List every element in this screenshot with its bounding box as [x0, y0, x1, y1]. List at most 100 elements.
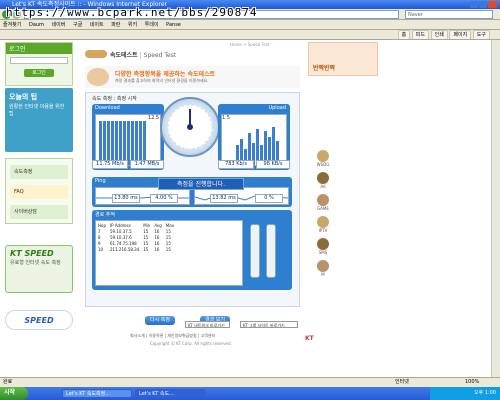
ping-stat-1: 13.80 ms: [112, 194, 140, 203]
link-today[interactable]: 투데이: [145, 20, 159, 29]
tip-panel: 오늘의 팁 원활한 인터넷 이용을 위한 팁: [5, 88, 73, 152]
status-zoom[interactable]: 100%: [465, 378, 479, 387]
ping-stat-4: 0 %: [255, 194, 283, 203]
download-bars: [99, 121, 146, 165]
minimize-button[interactable]: [470, 1, 478, 8]
ping-stat-3: 13.82 ms: [210, 194, 238, 203]
maximize-button[interactable]: [479, 1, 487, 8]
family-site-select-1-value: KT 네트워크 바로가기: [188, 323, 225, 328]
wsdg-icon[interactable]: WSDG: [312, 150, 334, 172]
window-controls: [470, 1, 498, 8]
status-bar: 완료 인터넷 100%: [0, 377, 500, 387]
watermark: https://www.bcpark.net/bbs/290874: [6, 6, 258, 19]
trace-cell: 16: [154, 247, 160, 252]
upload-label: Upload: [268, 105, 286, 111]
m-icon[interactable]: M: [312, 260, 334, 282]
kt-logo: KT: [305, 335, 314, 342]
right-icons: WSDG Ad GAME IPTV SMS M: [312, 150, 334, 280]
ad-icon-label: Ad: [320, 184, 326, 189]
tip-text: 원활한 인터넷 이용을 위한 팁: [9, 104, 65, 117]
speed-gauge: [160, 97, 220, 157]
trace-label: 경로 추적: [95, 212, 115, 218]
game-icon-label: GAME: [317, 206, 329, 211]
mascot-icon: [87, 68, 109, 86]
trace-cell: 15: [143, 247, 149, 252]
gauge-right-value: 1.5: [222, 115, 230, 121]
progress-text: 측정을 진행합니다.: [177, 181, 225, 188]
sms-icon[interactable]: SMS: [312, 238, 334, 260]
taskbar-task-1[interactable]: Let's KT 속도측정...: [62, 389, 132, 398]
upload-bars: [236, 127, 279, 165]
tip-title: 오늘의 팁: [9, 93, 38, 101]
gauge-left-value: 12.5: [148, 115, 160, 121]
ad-icon[interactable]: Ad: [312, 172, 334, 194]
close-button[interactable]: [488, 1, 497, 8]
retest-button[interactable]: 다시 측정: [145, 316, 175, 325]
family-site-select-1[interactable]: KT 네트워크 바로가기: [185, 321, 230, 328]
menu-item-cyber-label: 사이버상담: [14, 209, 38, 215]
trace-table-wrap: Hop IP Address Min Avg Max 7 59.10.37.5 …: [95, 220, 243, 286]
home-button[interactable]: 홈: [397, 30, 411, 39]
link-daum[interactable]: Daum: [29, 20, 44, 29]
page-logo-icon: [85, 50, 107, 58]
login-title: 로그인: [6, 43, 72, 54]
vertical-scrollbar[interactable]: [491, 40, 500, 377]
favorites-button[interactable]: 즐겨찾기: [3, 20, 21, 29]
link-google[interactable]: 구글: [73, 20, 82, 29]
speed-logo: SPEED: [5, 310, 73, 330]
upload-KBps: 98 KB/s: [256, 160, 290, 169]
search-input[interactable]: Naver: [405, 10, 493, 19]
taskbar-task-2[interactable]: Let's KT 속도...: [135, 389, 205, 398]
menu-item-faq-label: FAQ: [14, 189, 24, 195]
footer-copyright: Copyright © KT Corp. All rights reserved…: [150, 341, 232, 346]
watermark-text: https://www.bcpark.net/bbs/290874: [6, 6, 258, 19]
page-button[interactable]: 페이지: [449, 30, 472, 39]
page-title-en: Speed Test: [143, 52, 177, 59]
trace-cell: 15: [165, 247, 171, 252]
intro-banner: 다양한 측정항목을 제공하는 속도테스트 측정 결과를 참고하여 최적의 인터넷…: [85, 66, 300, 88]
menu-item-cyber[interactable]: 사이버상담: [10, 205, 68, 219]
menu-panel: 속도측정 FAQ 사이버상담: [5, 158, 73, 224]
link-panse[interactable]: Panse: [166, 20, 181, 29]
taskbar: 시작 Let's KT 속도측정... Let's KT 속도... 오후 1:…: [0, 387, 500, 400]
family-site-select-2[interactable]: KT 그룹 사이트 바로가기: [240, 321, 298, 328]
link-wiki[interactable]: 위키: [128, 20, 137, 29]
clock: 오후 1:00: [473, 390, 496, 396]
banner-title: 다양한 측정항목을 제공하는 속도테스트: [115, 71, 216, 78]
breadcrumb: Home > Speed Test: [230, 42, 270, 47]
kt-speed-title: KT SPEED: [10, 249, 54, 258]
feed-button[interactable]: 피드: [411, 30, 429, 39]
command-bar: 홈 피드 인쇄 페이지 도구: [0, 30, 500, 40]
status-zone: 인터넷: [395, 379, 409, 385]
menu-item-faq[interactable]: FAQ: [10, 185, 68, 199]
link-paran[interactable]: 파란: [111, 20, 120, 29]
favorites-toolbar: 즐겨찾기 Daum 네이버 구글 네이트 파란 위키 투데이 Panse: [0, 20, 500, 30]
wsdg-icon-label: WSDG: [316, 162, 330, 167]
trace-meter-2: [266, 224, 276, 278]
search-placeholder: Naver: [408, 12, 423, 18]
login-button[interactable]: 로그인: [24, 69, 54, 77]
trace-table: Hop IP Address Min Avg Max 7 59.10.37.5 …: [96, 223, 176, 253]
iptv-icon[interactable]: IPTV: [312, 216, 334, 238]
speed-logo-text: SPEED: [24, 316, 54, 325]
kt-speed-banner[interactable]: KT SPEED 유료형 인터넷 속도 측정: [5, 245, 73, 293]
upload-graph: [221, 114, 287, 166]
footer-links[interactable]: 회사소개 | 이용약관 | 개인정보취급방침 | 고객센터: [130, 333, 215, 339]
right-ad-text: 반짝반짝: [313, 65, 336, 72]
trace-meter-1: [250, 224, 260, 278]
print-button[interactable]: 인쇄: [430, 30, 448, 39]
link-naver[interactable]: 네이버: [52, 20, 66, 29]
tools-button[interactable]: 도구: [472, 30, 490, 39]
start-button[interactable]: 시작: [0, 387, 28, 400]
right-ad[interactable]: 반짝반짝: [308, 42, 378, 76]
download-graph: [95, 114, 161, 166]
login-input[interactable]: [10, 57, 68, 64]
system-tray: 오후 1:00: [430, 387, 500, 400]
game-icon[interactable]: GAME: [312, 194, 334, 216]
status-text: 완료: [3, 379, 13, 385]
page-title-text: 속도테스트: [110, 52, 138, 59]
upload-kbps: 783 Kb/s: [218, 160, 254, 169]
m-icon-label: M: [321, 272, 325, 277]
link-nate[interactable]: 네이트: [90, 20, 104, 29]
menu-item-speed[interactable]: 속도측정: [10, 165, 68, 179]
